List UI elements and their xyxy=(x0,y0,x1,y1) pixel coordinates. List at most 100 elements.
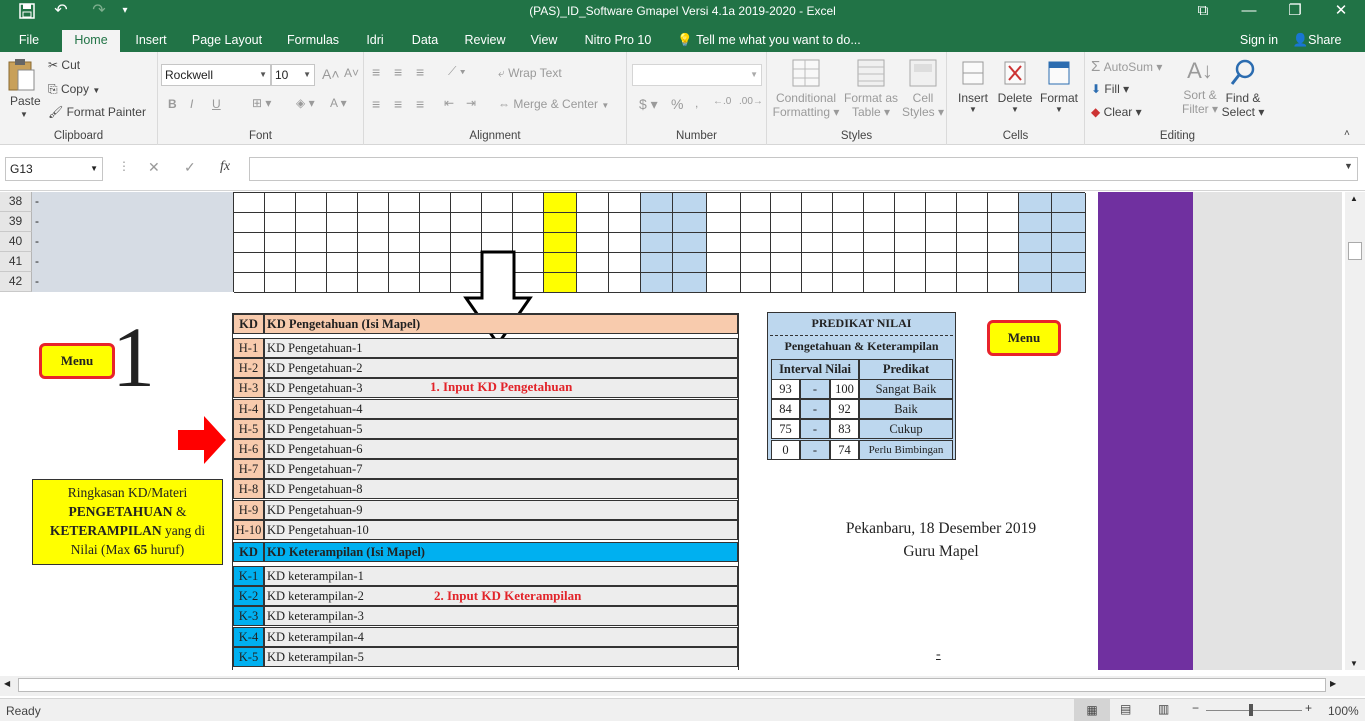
score-cell[interactable] xyxy=(451,213,482,233)
worksheet-grid[interactable]: 38 39 40 41 42 - - - - - Menu 1 Ringkasa… xyxy=(0,192,1342,670)
find-select-button[interactable]: Find & Select ▾ xyxy=(1221,58,1265,119)
score-cell[interactable] xyxy=(544,253,577,273)
score-cell[interactable] xyxy=(265,213,296,233)
decrease-indent-icon[interactable]: ⇤ xyxy=(444,96,454,110)
score-cell[interactable] xyxy=(609,233,641,253)
zoom-level[interactable]: 100% xyxy=(1328,704,1359,718)
score-cell[interactable] xyxy=(864,193,895,213)
score-cell[interactable] xyxy=(957,253,988,273)
tab-page-layout[interactable]: Page Layout xyxy=(186,30,268,52)
font-color-icon[interactable]: A ▾ xyxy=(330,96,347,110)
name-box[interactable]: G13 ▼ xyxy=(5,157,103,181)
score-cell[interactable] xyxy=(802,273,833,293)
score-cell[interactable] xyxy=(988,273,1019,293)
score-cell[interactable] xyxy=(327,233,358,253)
enter-icon[interactable]: ✓ xyxy=(184,159,196,176)
menu-button-left[interactable]: Menu xyxy=(39,343,115,379)
score-cell[interactable] xyxy=(577,213,609,233)
score-cell[interactable] xyxy=(234,233,265,253)
score-cell[interactable] xyxy=(420,233,451,253)
score-cell[interactable] xyxy=(609,253,641,273)
kd-name[interactable]: KD Pengetahuan-9 xyxy=(264,499,738,520)
score-cell[interactable] xyxy=(327,213,358,233)
score-cell[interactable] xyxy=(707,193,741,213)
score-cell[interactable] xyxy=(234,253,265,273)
score-cell[interactable] xyxy=(265,253,296,273)
score-cell[interactable] xyxy=(833,273,864,293)
scroll-up-icon[interactable]: ▲ xyxy=(1350,194,1358,203)
score-cell[interactable] xyxy=(544,213,577,233)
vertical-scrollbar[interactable]: ▲ ▼ xyxy=(1345,192,1365,670)
score-cell[interactable] xyxy=(544,193,577,213)
kd-code[interactable]: H-7 xyxy=(233,459,264,480)
score-cell[interactable] xyxy=(802,233,833,253)
score-cell[interactable] xyxy=(641,193,673,213)
score-cell[interactable] xyxy=(641,273,673,293)
tab-view[interactable]: View xyxy=(524,30,564,52)
kd-name[interactable]: KD Pengetahuan-2 xyxy=(264,358,738,379)
score-cell[interactable] xyxy=(296,273,327,293)
kd-code[interactable]: H-4 xyxy=(233,398,264,419)
conditional-formatting-button[interactable]: Conditional Formatting ▾ xyxy=(771,58,841,119)
score-cell[interactable] xyxy=(265,273,296,293)
format-as-table-button[interactable]: Format as Table ▾ xyxy=(843,58,899,119)
score-cell[interactable] xyxy=(389,213,420,233)
row-header[interactable]: 41 xyxy=(0,252,32,272)
score-cell[interactable] xyxy=(1052,193,1086,213)
kd-code[interactable]: K-2 xyxy=(233,586,264,607)
kd-code[interactable]: H-2 xyxy=(233,358,264,379)
score-cell[interactable] xyxy=(1052,273,1086,293)
score-cell[interactable] xyxy=(234,213,265,233)
score-cell[interactable] xyxy=(389,253,420,273)
score-cell[interactable] xyxy=(707,213,741,233)
score-cell[interactable] xyxy=(802,193,833,213)
score-cell[interactable] xyxy=(673,213,707,233)
expand-formula-icon[interactable]: ▼ xyxy=(1344,161,1353,171)
score-cell[interactable] xyxy=(513,193,544,213)
font-name-select[interactable]: Rockwell ▼ xyxy=(161,64,271,86)
kd-name[interactable]: KD Pengetahuan-5 xyxy=(264,418,738,439)
score-cell[interactable] xyxy=(895,273,926,293)
normal-view-icon[interactable]: ▦ xyxy=(1074,699,1110,721)
kd-code[interactable]: H-1 xyxy=(233,338,264,358)
score-cell[interactable] xyxy=(1019,213,1052,233)
kd-code[interactable]: H-3 xyxy=(233,378,264,399)
score-cell[interactable] xyxy=(1019,193,1052,213)
zoom-out-icon[interactable]: − xyxy=(1192,701,1199,715)
score-cell[interactable] xyxy=(673,273,707,293)
kd-name[interactable]: KD keterampilan-1 xyxy=(264,566,738,586)
delete-cells-button[interactable]: Delete ▼ xyxy=(995,58,1035,114)
kd-code[interactable]: H-10 xyxy=(233,519,264,540)
kd-code[interactable]: H-6 xyxy=(233,439,264,459)
score-cell[interactable] xyxy=(741,253,771,273)
kd-code[interactable]: K-1 xyxy=(233,566,264,586)
score-cell[interactable] xyxy=(864,253,895,273)
score-cell[interactable] xyxy=(988,253,1019,273)
bold-button[interactable]: B xyxy=(168,97,177,111)
row-header[interactable]: 42 xyxy=(0,272,32,292)
kd-name[interactable]: KD Pengetahuan-8 xyxy=(264,479,738,500)
increase-indent-icon[interactable]: ⇥ xyxy=(466,96,476,110)
scroll-down-icon[interactable]: ▼ xyxy=(1350,659,1358,668)
cell-styles-button[interactable]: Cell Styles ▾ xyxy=(901,58,945,119)
score-cell[interactable] xyxy=(234,273,265,293)
format-cells-button[interactable]: Format ▼ xyxy=(1037,58,1081,114)
kd-name[interactable]: KD Pengetahuan-1 xyxy=(264,338,738,358)
score-cell[interactable] xyxy=(234,193,265,213)
tab-data[interactable]: Data xyxy=(404,30,446,52)
score-cell[interactable] xyxy=(771,273,802,293)
insert-function-icon[interactable]: fx xyxy=(220,159,230,175)
score-cell[interactable] xyxy=(673,253,707,273)
kd-code[interactable]: K-4 xyxy=(233,626,264,647)
score-cell[interactable] xyxy=(895,233,926,253)
ribbon-display-icon[interactable]: ⧉ xyxy=(1180,0,1226,22)
score-cell[interactable] xyxy=(577,253,609,273)
comma-icon[interactable]: , xyxy=(695,96,698,110)
tab-file[interactable]: File xyxy=(8,30,50,52)
score-cell[interactable] xyxy=(420,253,451,273)
format-painter-button[interactable]: 🖌 Format Painter xyxy=(48,105,146,119)
score-cell[interactable] xyxy=(327,273,358,293)
hscroll-thumb[interactable] xyxy=(18,678,1326,692)
score-cell[interactable] xyxy=(641,213,673,233)
wrap-text-button[interactable]: ⤶ Wrap Text xyxy=(498,66,562,81)
